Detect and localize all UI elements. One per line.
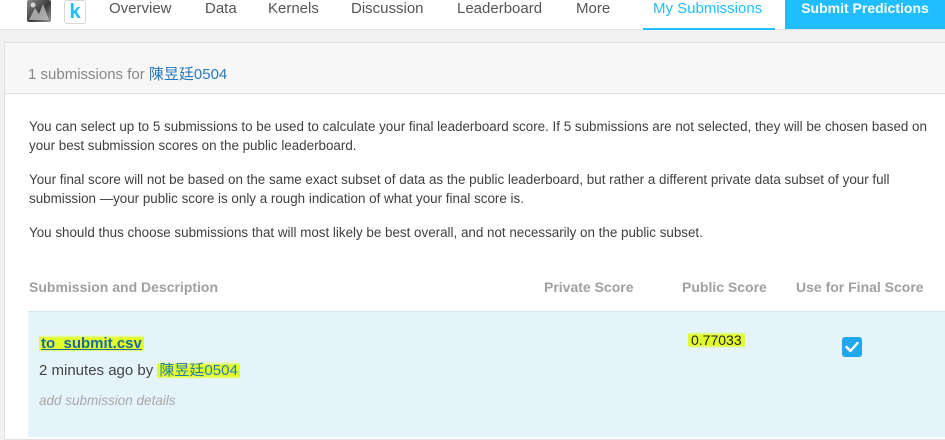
competition-thumbnail[interactable]: [27, 0, 51, 22]
submission-row: to_submit.csv 2 minutes ago by 陳昱廷0504 a…: [28, 311, 945, 437]
submissions-panel: 1 submissions for 陳昱廷0504 You can select…: [4, 42, 945, 440]
tab-more[interactable]: More: [576, 0, 610, 30]
add-details-link[interactable]: add submission details: [39, 393, 176, 408]
tab-kernels[interactable]: Kernels: [268, 0, 319, 30]
tab-data[interactable]: Data: [205, 0, 237, 30]
tab-discussion[interactable]: Discussion: [351, 0, 424, 30]
header-user-link[interactable]: 陳昱廷0504: [149, 66, 227, 83]
kaggle-logo[interactable]: k: [64, 0, 86, 24]
column-header-submission: Submission and Description: [29, 279, 219, 295]
submission-time: 2 minutes ago by: [39, 362, 154, 379]
submit-predictions-button[interactable]: Submit Predictions: [785, 0, 945, 29]
column-header-use-for-final: Use for Final Score: [796, 279, 924, 295]
page-title: 1 submissions for 陳昱廷0504: [28, 63, 227, 84]
submission-user-link[interactable]: 陳昱廷0504: [157, 362, 240, 379]
use-for-final-checkbox[interactable]: [842, 337, 862, 357]
top-navigation: k Overview Data Kernels Discussion Leade…: [0, 0, 945, 30]
submission-file-link[interactable]: to_submit.csv: [39, 335, 144, 352]
info-paragraph-3: You should thus choose submissions that …: [29, 225, 703, 240]
submission-meta: 2 minutes ago by 陳昱廷0504: [39, 359, 240, 380]
tab-leaderboard[interactable]: Leaderboard: [457, 0, 542, 30]
panel-header: 1 submissions for 陳昱廷0504: [5, 43, 945, 94]
tab-my-submissions[interactable]: My Submissions: [643, 0, 775, 30]
submission-count: 1 submissions for: [28, 66, 145, 83]
column-header-private-score: Private Score: [544, 279, 634, 295]
tab-overview[interactable]: Overview: [109, 0, 172, 30]
info-paragraph-2: Your final score will not be based on th…: [29, 172, 890, 206]
info-paragraph-1: You can select up to 5 submissions to be…: [29, 119, 927, 153]
column-header-public-score: Public Score: [682, 279, 767, 295]
public-score-value: 0.77033: [688, 332, 745, 348]
